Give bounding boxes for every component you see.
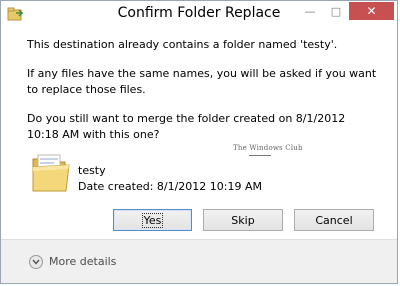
folder-date-created: Date created: 8/1/2012 10:19 AM <box>78 180 263 193</box>
cancel-button[interactable]: Cancel <box>294 209 374 231</box>
minimize-button[interactable]: — <box>297 2 323 20</box>
dialog-footer: More details <box>1 239 397 283</box>
message-line-1: This destination already contains a fold… <box>27 38 338 51</box>
more-details-link[interactable]: More details <box>49 255 116 268</box>
yes-button[interactable]: Yes <box>113 209 192 231</box>
yes-button-label: Yes <box>141 212 164 228</box>
watermark-underline <box>249 155 271 156</box>
message-line-3: Do you still want to merge the folder cr… <box>27 112 346 141</box>
window-controls: — □ ✕ <box>297 2 394 22</box>
folder-name: testy <box>78 164 106 177</box>
watermark: The Windows Club <box>233 144 303 152</box>
message-area: This destination already contains a fold… <box>27 37 377 156</box>
confirm-folder-replace-dialog: Confirm Folder Replace — □ ✕ This destin… <box>0 0 398 284</box>
folder-icon <box>32 154 70 192</box>
chevron-down-icon <box>32 259 40 265</box>
title-bar: Confirm Folder Replace — □ ✕ <box>1 1 397 27</box>
maximize-button[interactable]: □ <box>323 2 349 20</box>
close-button[interactable]: ✕ <box>349 2 394 20</box>
message-line-2: If any files have the same names, you wi… <box>27 67 377 96</box>
chevron-down-circle-icon[interactable] <box>29 255 43 269</box>
skip-button[interactable]: Skip <box>203 209 283 231</box>
